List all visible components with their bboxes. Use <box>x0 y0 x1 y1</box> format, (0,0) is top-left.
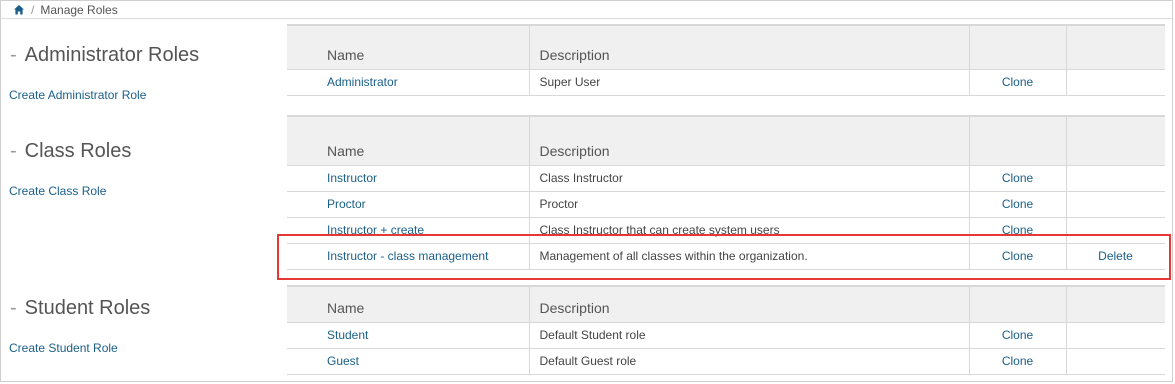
table-header-row: Name Description <box>287 285 1165 322</box>
table-header-row: Name Description <box>287 24 1165 69</box>
table-row: Student Default Student role Clone <box>287 321 1165 348</box>
role-description: Class Instructor <box>529 164 970 191</box>
delete-cell <box>1066 321 1165 348</box>
description-header: Description <box>529 115 970 165</box>
name-header: Name <box>287 24 530 69</box>
breadcrumb-current: Manage Roles <box>40 3 118 17</box>
delete-cell <box>1066 68 1165 96</box>
student-roles-title: - Student Roles <box>10 297 150 320</box>
role-name-link[interactable]: Guest <box>327 354 359 368</box>
student-roles-table: Name Description Student Default Student… <box>287 285 1165 375</box>
delete-cell <box>1066 190 1165 217</box>
create-admin-role-link[interactable]: Create Administrator Role <box>9 88 146 102</box>
role-description: Class Instructor that can create system … <box>529 216 970 243</box>
admin-roles-table: Name Description Administrator Super Use… <box>287 24 1165 96</box>
section-title-text: Class Roles <box>24 140 132 162</box>
collapse-dash-icon[interactable]: - <box>10 297 17 319</box>
home-icon[interactable] <box>13 4 25 16</box>
delete-cell <box>1066 164 1165 191</box>
table-row: Instructor + create Class Instructor tha… <box>287 216 1165 243</box>
role-description: Default Student role <box>529 321 970 348</box>
table-row-highlighted: Instructor - class management Management… <box>287 242 1165 270</box>
clone-link[interactable]: Clone <box>1002 75 1033 89</box>
breadcrumb-divider <box>1 18 1172 19</box>
delete-header <box>1066 115 1165 165</box>
role-description: Super User <box>529 68 970 96</box>
table-row: Proctor Proctor Clone <box>287 190 1165 217</box>
section-title-text: Administrator Roles <box>24 44 200 66</box>
delete-cell <box>1066 216 1165 243</box>
name-header: Name <box>287 115 530 165</box>
table-row: Instructor Class Instructor Clone <box>287 164 1165 191</box>
clone-header <box>969 24 1067 69</box>
role-name-link[interactable]: Administrator <box>327 75 398 89</box>
table-row: Administrator Super User Clone <box>287 68 1165 96</box>
delete-link[interactable]: Delete <box>1098 249 1133 263</box>
create-class-role-link[interactable]: Create Class Role <box>9 184 106 198</box>
class-roles-title: - Class Roles <box>10 140 131 163</box>
collapse-dash-icon[interactable]: - <box>10 44 17 66</box>
role-name-link[interactable]: Instructor - class management <box>327 249 488 263</box>
collapse-dash-icon[interactable]: - <box>10 140 17 162</box>
name-header: Name <box>287 285 530 322</box>
clone-link[interactable]: Clone <box>1002 223 1033 237</box>
page-frame: / Manage Roles - Administrator Roles Crea… <box>0 0 1173 382</box>
clone-link[interactable]: Clone <box>1002 249 1033 263</box>
section-title-text: Student Roles <box>24 297 151 319</box>
clone-link[interactable]: Clone <box>1002 328 1033 342</box>
breadcrumb: / Manage Roles <box>13 3 118 17</box>
table-row: Guest Default Guest role Clone <box>287 347 1165 375</box>
delete-cell <box>1066 347 1165 375</box>
role-description: Proctor <box>529 190 970 217</box>
role-description: Management of all classes within the org… <box>529 242 970 270</box>
role-name-link[interactable]: Student <box>327 328 368 342</box>
clone-link[interactable]: Clone <box>1002 197 1033 211</box>
breadcrumb-separator: / <box>31 3 35 17</box>
description-header: Description <box>529 24 970 69</box>
description-header: Description <box>529 285 970 322</box>
role-name-link[interactable]: Instructor <box>327 171 377 185</box>
clone-header <box>969 115 1067 165</box>
delete-header <box>1066 285 1165 322</box>
role-name-link[interactable]: Instructor + create <box>327 223 424 237</box>
admin-roles-title: - Administrator Roles <box>10 44 199 67</box>
role-description: Default Guest role <box>529 347 970 375</box>
clone-header <box>969 285 1067 322</box>
class-roles-table: Name Description Instructor Class Instru… <box>287 115 1165 270</box>
clone-link[interactable]: Clone <box>1002 171 1033 185</box>
create-student-role-link[interactable]: Create Student Role <box>9 341 118 355</box>
role-name-link[interactable]: Proctor <box>327 197 366 211</box>
delete-header <box>1066 24 1165 69</box>
table-header-row: Name Description <box>287 115 1165 165</box>
clone-link[interactable]: Clone <box>1002 354 1033 368</box>
